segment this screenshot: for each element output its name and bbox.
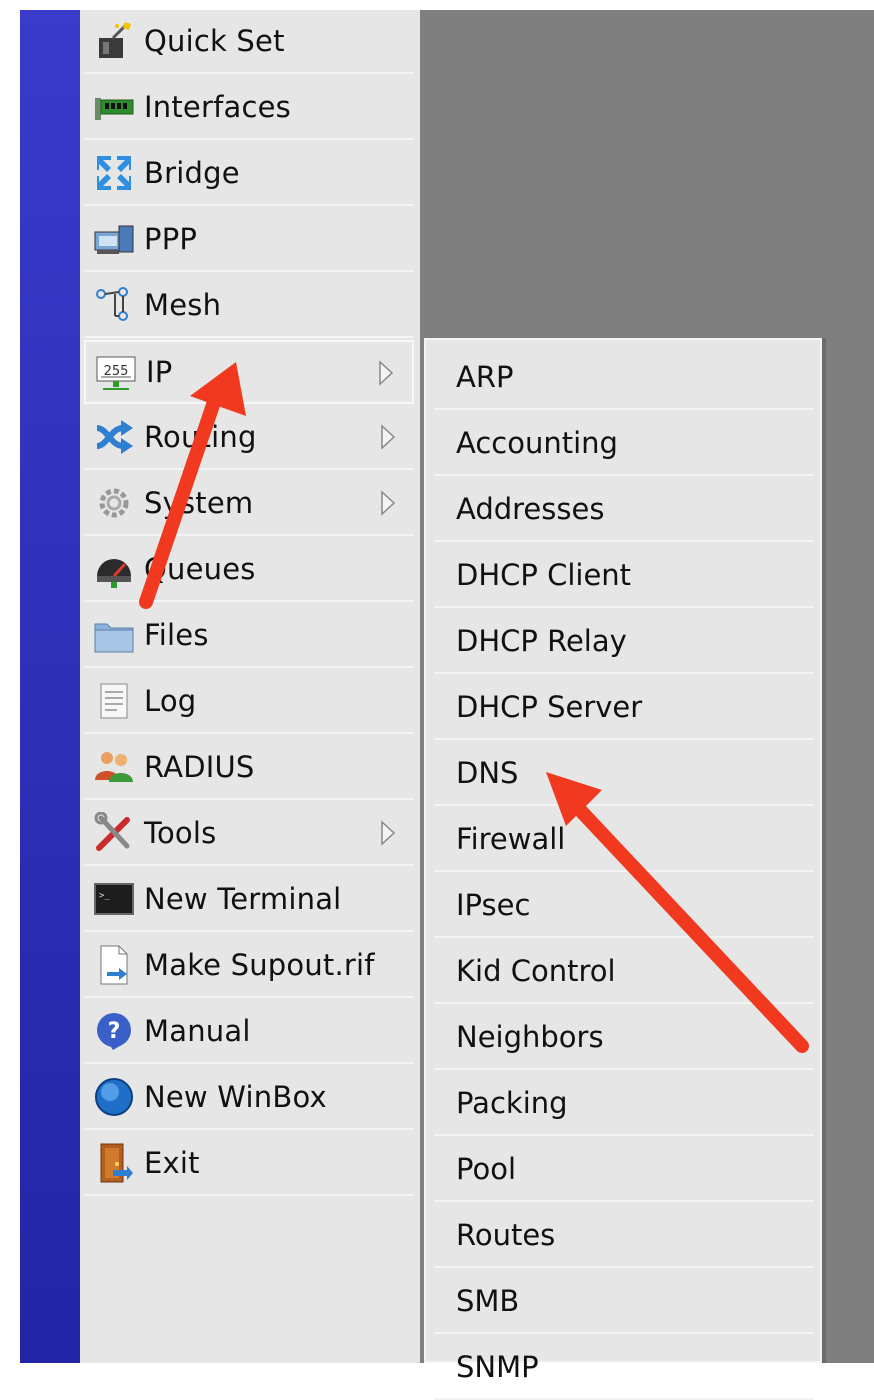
interfaces-icon bbox=[90, 84, 138, 130]
submenu-item-label: Kid Control bbox=[456, 954, 616, 988]
menu-item-new-terminal[interactable]: >_ New Terminal bbox=[84, 868, 414, 932]
submenu-arrow-icon bbox=[380, 424, 396, 454]
svg-text:>_: >_ bbox=[99, 891, 110, 901]
menu-item-queues[interactable]: Queues bbox=[84, 538, 414, 602]
menu-item-routing[interactable]: Routing bbox=[84, 406, 414, 470]
submenu-item-label: SNMP bbox=[456, 1350, 539, 1384]
folder-icon bbox=[90, 612, 138, 658]
menu-item-interfaces[interactable]: Interfaces bbox=[84, 76, 414, 140]
winbox-side-bar bbox=[20, 10, 80, 1363]
routing-icon bbox=[90, 414, 138, 460]
system-gear-icon bbox=[90, 480, 138, 526]
mesh-icon bbox=[90, 282, 138, 328]
menu-item-label: Log bbox=[144, 684, 197, 718]
exit-door-icon bbox=[90, 1140, 138, 1186]
menu-item-ppp[interactable]: PPP bbox=[84, 208, 414, 272]
submenu-item-snmp[interactable]: SNMP bbox=[434, 1336, 814, 1400]
submenu-item-label: Packing bbox=[456, 1086, 568, 1120]
submenu-item-neighbors[interactable]: Neighbors bbox=[434, 1006, 814, 1070]
submenu-item-label: Pool bbox=[456, 1152, 516, 1186]
svg-text:?: ? bbox=[108, 1019, 121, 1044]
submenu-item-firewall[interactable]: Firewall bbox=[434, 808, 814, 872]
menu-item-label: Mesh bbox=[144, 288, 222, 322]
submenu-item-accounting[interactable]: Accounting bbox=[434, 412, 814, 476]
menu-item-mesh[interactable]: Mesh bbox=[84, 274, 414, 338]
submenu-item-pool[interactable]: Pool bbox=[434, 1138, 814, 1202]
submenu-item-kid-control[interactable]: Kid Control bbox=[434, 940, 814, 1004]
submenu-item-label: DHCP Server bbox=[456, 690, 643, 724]
menu-item-label: Routing bbox=[144, 420, 257, 454]
menu-item-label: IP bbox=[146, 355, 173, 389]
submenu-item-dhcp-server[interactable]: DHCP Server bbox=[434, 676, 814, 740]
menu-item-new-winbox[interactable]: New WinBox bbox=[84, 1066, 414, 1130]
ip-icon: 255 bbox=[92, 349, 140, 395]
tools-icon bbox=[90, 810, 138, 856]
menu-item-label: Interfaces bbox=[144, 90, 291, 124]
menu-item-label: Manual bbox=[144, 1014, 251, 1048]
submenu-arrow-icon bbox=[380, 490, 396, 520]
submenu-item-addresses[interactable]: Addresses bbox=[434, 478, 814, 542]
submenu-item-smb[interactable]: SMB bbox=[434, 1270, 814, 1334]
menu-item-label: Files bbox=[144, 618, 209, 652]
menu-item-label: RADIUS bbox=[144, 750, 255, 784]
submenu-item-dns[interactable]: DNS bbox=[434, 742, 814, 806]
menu-item-manual[interactable]: ? Manual bbox=[84, 1000, 414, 1064]
menu-item-quick-set[interactable]: Quick Set bbox=[84, 10, 414, 74]
submenu-item-label: Accounting bbox=[456, 426, 618, 460]
submenu-arrow-icon bbox=[380, 820, 396, 850]
submenu-item-ipsec[interactable]: IPsec bbox=[434, 874, 814, 938]
menu-item-label: Make Supout.rif bbox=[144, 948, 375, 982]
submenu-item-label: ARP bbox=[456, 360, 514, 394]
submenu-item-label: Routes bbox=[456, 1218, 556, 1252]
menu-item-label: Exit bbox=[144, 1146, 200, 1180]
supout-file-icon bbox=[90, 942, 138, 988]
winbox-globe-icon bbox=[90, 1074, 138, 1120]
menu-item-radius[interactable]: RADIUS bbox=[84, 736, 414, 800]
menu-item-label: Bridge bbox=[144, 156, 240, 190]
menu-item-label: New Terminal bbox=[144, 882, 342, 916]
menu-item-label: Quick Set bbox=[144, 24, 285, 58]
menu-item-files[interactable]: Files bbox=[84, 604, 414, 668]
menu-item-label: System bbox=[144, 486, 254, 520]
ppp-icon bbox=[90, 216, 138, 262]
submenu-item-dhcp-relay[interactable]: DHCP Relay bbox=[434, 610, 814, 674]
submenu-arrow-icon bbox=[378, 360, 394, 390]
bridge-icon bbox=[90, 150, 138, 196]
menu-item-label: PPP bbox=[144, 222, 198, 256]
menu-item-label: Tools bbox=[144, 816, 217, 850]
terminal-icon: >_ bbox=[90, 876, 138, 922]
submenu-item-label: DHCP Relay bbox=[456, 624, 627, 658]
menu-item-tools[interactable]: Tools bbox=[84, 802, 414, 866]
submenu-item-label: DNS bbox=[456, 756, 519, 790]
menu-item-log[interactable]: Log bbox=[84, 670, 414, 734]
menu-item-exit[interactable]: Exit bbox=[84, 1132, 414, 1196]
submenu-item-dhcp-client[interactable]: DHCP Client bbox=[434, 544, 814, 608]
menu-item-ip[interactable]: 255 IP bbox=[84, 340, 414, 404]
submenu-item-label: IPsec bbox=[456, 888, 531, 922]
submenu-item-packing[interactable]: Packing bbox=[434, 1072, 814, 1136]
submenu-item-routes[interactable]: Routes bbox=[434, 1204, 814, 1268]
log-document-icon bbox=[90, 678, 138, 724]
submenu-item-label: Neighbors bbox=[456, 1020, 604, 1054]
submenu-item-arp[interactable]: ARP bbox=[434, 346, 814, 410]
ip-submenu: ARP Accounting Addresses DHCP Client DHCP Re… bbox=[424, 338, 822, 1400]
menu-item-make-supout-rif[interactable]: Make Supout.rif bbox=[84, 934, 414, 998]
submenu-item-label: DHCP Client bbox=[456, 558, 632, 592]
submenu-item-label: Addresses bbox=[456, 492, 605, 526]
menu-item-system[interactable]: System bbox=[84, 472, 414, 536]
quick-set-icon bbox=[90, 18, 138, 64]
submenu-item-label: SMB bbox=[456, 1284, 520, 1318]
submenu-item-label: Firewall bbox=[456, 822, 566, 856]
menu-item-bridge[interactable]: Bridge bbox=[84, 142, 414, 206]
radius-users-icon bbox=[90, 744, 138, 790]
queues-gauge-icon bbox=[90, 546, 138, 592]
help-icon: ? bbox=[90, 1008, 138, 1054]
menu-item-label: New WinBox bbox=[144, 1080, 327, 1114]
menu-item-label: Queues bbox=[144, 552, 256, 586]
